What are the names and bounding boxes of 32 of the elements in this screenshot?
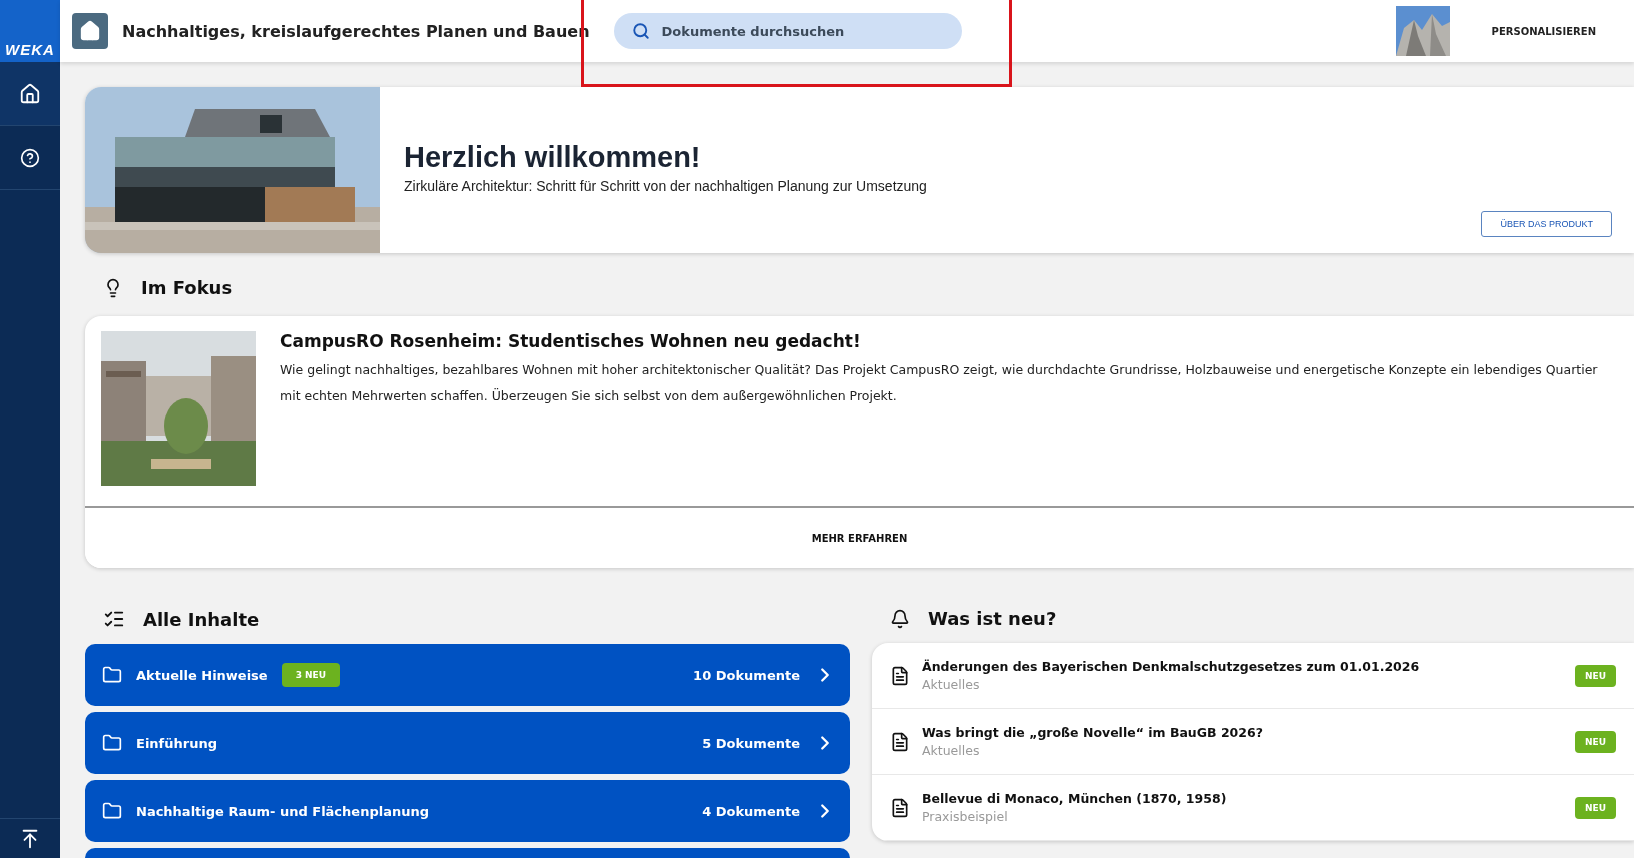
folder-row[interactable]: Einführung 5 Dokumente: [85, 712, 850, 774]
section-title: Was ist neu?: [928, 608, 1057, 629]
personalize-button[interactable]: PERSONALISIEREN: [1463, 17, 1622, 45]
logo[interactable]: WEKA: [0, 0, 60, 62]
section-title: Im Fokus: [141, 277, 233, 298]
welcome-subtitle: Zirkuläre Architektur: Schritt für Schritt von der nachhaltigen Planung zur Umsetzung: [404, 178, 928, 194]
news-link[interactable]: Was bringt die „große Novelle“ im BauGB 2026?: [922, 725, 1563, 740]
section-title: Alle Inhalte: [143, 608, 260, 630]
new-badge: NEU: [1575, 730, 1616, 753]
new-badge: NEU: [1575, 796, 1616, 819]
news-category: Aktuelles: [922, 677, 981, 692]
document-count: 10 Dokumente: [693, 667, 800, 683]
learn-more-button[interactable]: MEHR ERFAHREN: [85, 506, 1634, 568]
focus-title: CampusRO Rosenheim: Studentisches Wohnen neu gedacht!: [280, 331, 862, 351]
document-count: 5 Dokumente: [702, 735, 800, 751]
folder-label: Nachhaltige Raum- und Flächenplanung: [136, 803, 429, 819]
document-count: 4 Dokumente: [702, 803, 800, 819]
news-category: Aktuelles: [922, 743, 981, 758]
folder-label: Aktuelle Hinweise: [136, 667, 268, 683]
folder-label: Einführung: [136, 735, 217, 751]
news-category: Praxisbeispiel: [922, 809, 1009, 824]
new-badge: NEU: [1575, 664, 1616, 687]
welcome-title: Herzlich willkommen!: [404, 141, 702, 174]
news-link[interactable]: Änderungen des Bayerischen Denkmalschutzgesetzes zum 01.01.2026: [922, 659, 1563, 674]
search-input[interactable]: Dokumente durchsuchen: [659, 22, 944, 40]
folder-row[interactable]: Aktuelle Hinweise 3 NEU 10 Dokumente: [85, 644, 850, 706]
new-count-badge: 3 NEU: [281, 663, 341, 687]
news-link[interactable]: Bellevue di Monaco, München (1870, 1958): [922, 791, 1563, 806]
search-bar[interactable]: Dokumente durchsuchen: [613, 13, 962, 49]
folder-row[interactable]: Nachhaltige Raum- und Flächenplanung 4 Dokumente: [85, 780, 850, 842]
focus-text: Wie gelingt nachhaltiges, bezahlbares Wohnen mit hoher architektonischer Qualität? Das Projekt CampusRO zeigt, wie durchdachte Grundrisse, Holzbauweise und energetische Konzepte ein lebendiges Quartier mit echten Mehrwerten schaffen. Überzeugen Sie sich selbst von dem außergewöhnlichen Projekt.: [280, 361, 1598, 405]
about-product-button[interactable]: ÜBER DAS PRODUKT: [1481, 211, 1612, 237]
